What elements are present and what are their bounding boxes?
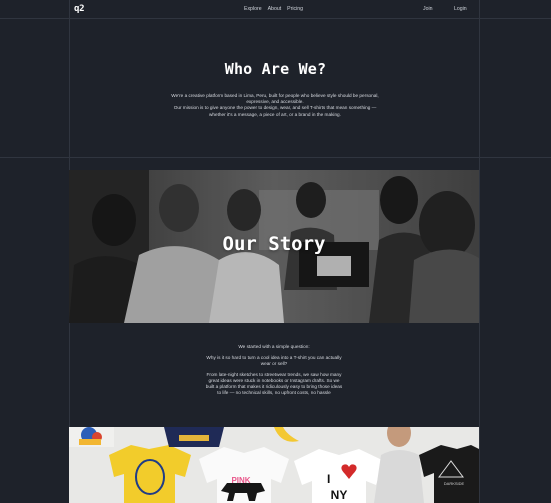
story-title: Our Story	[222, 233, 326, 255]
story-paragraph-2: Why is it so hard to turn a cool idea in…	[206, 355, 342, 366]
tshirt-gallery: PINK I NY DARKSIDE	[69, 427, 479, 503]
login-link[interactable]: Login	[454, 6, 467, 12]
grid-line-hero	[0, 157, 551, 158]
logo[interactable]: q2	[74, 4, 85, 14]
hero-title: Who Are We?	[224, 60, 327, 78]
hero-paragraph-1: We're a creative platform based in Lima,…	[171, 93, 379, 105]
tshirt-collage: PINK I NY DARKSIDE	[69, 427, 479, 503]
hero-paragraph-2: Our mission is to give anyone the power …	[173, 105, 377, 117]
join-link[interactable]: Join	[423, 6, 433, 12]
shirt-text-i: I	[327, 472, 330, 486]
shirt-text-ny: NY	[331, 488, 348, 502]
hero-description: We're a creative platform based in Lima,…	[165, 93, 385, 118]
story-banner-image: Our Story	[69, 170, 479, 323]
shirt-text-darkside: DARKSIDE	[444, 481, 465, 486]
nav-links: Explore About Pricing	[244, 6, 303, 12]
nav-link-explore[interactable]: Explore	[244, 6, 262, 12]
shirt-text-pink: PINK	[231, 476, 250, 485]
grid-line-nav	[0, 18, 551, 19]
nav-link-about[interactable]: About	[268, 6, 282, 12]
nav-link-pricing[interactable]: Pricing	[287, 6, 303, 12]
story-paragraph-3: From late-night sketches to streetwear t…	[205, 372, 343, 395]
story-text: We started with a simple question: Why i…	[205, 344, 343, 401]
top-navbar: q2 Explore About Pricing Join Login	[0, 0, 551, 18]
story-paragraph-1: We started with a simple question:	[238, 344, 310, 349]
shirt-graphic-1	[69, 427, 114, 447]
